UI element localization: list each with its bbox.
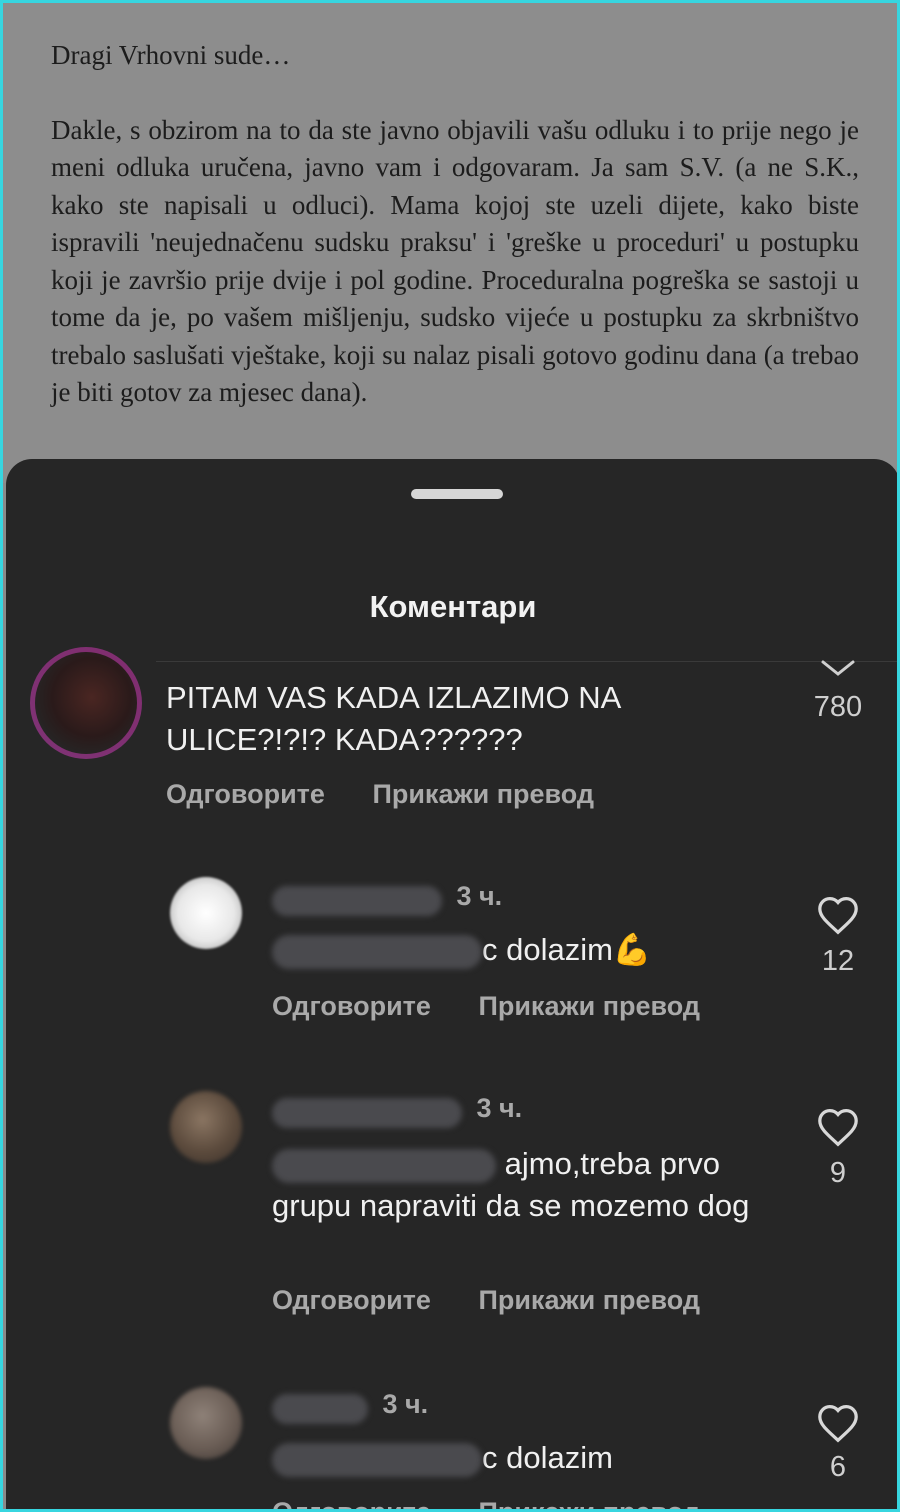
heart-icon[interactable] — [816, 895, 860, 935]
show-translation-button[interactable]: Прикажи превод — [478, 1497, 700, 1509]
screenshot-frame: Dragi Vrhovni sude… Dakle, s obzirom na … — [0, 0, 900, 1512]
comment-text: PITAM VAS KADA IZLAZIMO NA ULICE?!?!? KA… — [166, 680, 620, 757]
username-redacted[interactable] — [272, 1393, 368, 1424]
reply-button[interactable]: Одговорите — [272, 1497, 431, 1509]
username-redacted[interactable] — [272, 1097, 462, 1128]
show-translation-button[interactable]: Прикажи превод — [372, 779, 594, 809]
comment-header: 3 ч. — [272, 1093, 522, 1128]
like-count: 780 — [813, 691, 863, 723]
document-text: Dragi Vrhovni sude… Dakle, s obzirom na … — [51, 37, 859, 412]
mention-redacted[interactable] — [272, 1148, 496, 1183]
reply-button[interactable]: Одговорите — [272, 1285, 431, 1315]
like-count: 12 — [821, 945, 855, 977]
sheet-drag-handle[interactable] — [411, 489, 503, 499]
comment-actions: Одговорите Прикажи превод — [272, 1285, 740, 1316]
comment-actions: Одговорите Прикажи превод — [166, 779, 634, 810]
show-translation-button[interactable]: Прикажи превод — [478, 1285, 700, 1315]
mention-redacted[interactable] — [272, 1442, 482, 1477]
show-translation-button[interactable]: Прикажи превод — [478, 991, 700, 1021]
like-count: 6 — [829, 1451, 847, 1483]
reply-button[interactable]: Одговорите — [166, 779, 325, 809]
comment-text: c dolazim💪 — [272, 929, 772, 971]
document-paragraph: Dakle, s obzirom na to da ste javno obja… — [51, 114, 859, 408]
comment-actions: Одговорите Прикажи превод — [272, 991, 740, 1022]
username-redacted[interactable] — [272, 885, 442, 916]
sheet-title: Коментари — [369, 589, 537, 624]
comments-sheet: Коментари PITAM VAS KADA IZLAZIMO NA ULI… — [6, 459, 897, 1509]
document-greeting: Dragi Vrhovni sude… — [51, 40, 291, 70]
heart-icon[interactable] — [816, 1107, 860, 1147]
document-background: Dragi Vrhovni sude… Dakle, s obzirom na … — [3, 3, 897, 483]
reply-button[interactable]: Одговорите — [272, 991, 431, 1021]
comment-text: ajmo,treba prvo grupu napraviti da se mo… — [272, 1146, 750, 1223]
comment-time: 3 ч. — [382, 1389, 429, 1419]
avatar[interactable] — [170, 1387, 242, 1459]
chevron-down-icon[interactable] — [820, 659, 856, 679]
comment-time: 3 ч. — [456, 881, 503, 911]
comment-actions: Одговорите Прикажи превод — [272, 1497, 740, 1509]
title-divider — [156, 661, 897, 662]
like-count: 9 — [829, 1157, 847, 1189]
avatar[interactable] — [170, 1091, 242, 1163]
avatar[interactable] — [170, 877, 242, 949]
comment-time: 3 ч. — [476, 1093, 523, 1123]
heart-icon[interactable] — [816, 1403, 860, 1443]
comment-text: c dolazim — [272, 1437, 772, 1479]
avatar[interactable] — [30, 647, 142, 759]
comment-header: 3 ч. — [272, 881, 502, 916]
mention-redacted[interactable] — [272, 934, 482, 969]
comment-header: 3 ч. — [272, 1389, 428, 1424]
